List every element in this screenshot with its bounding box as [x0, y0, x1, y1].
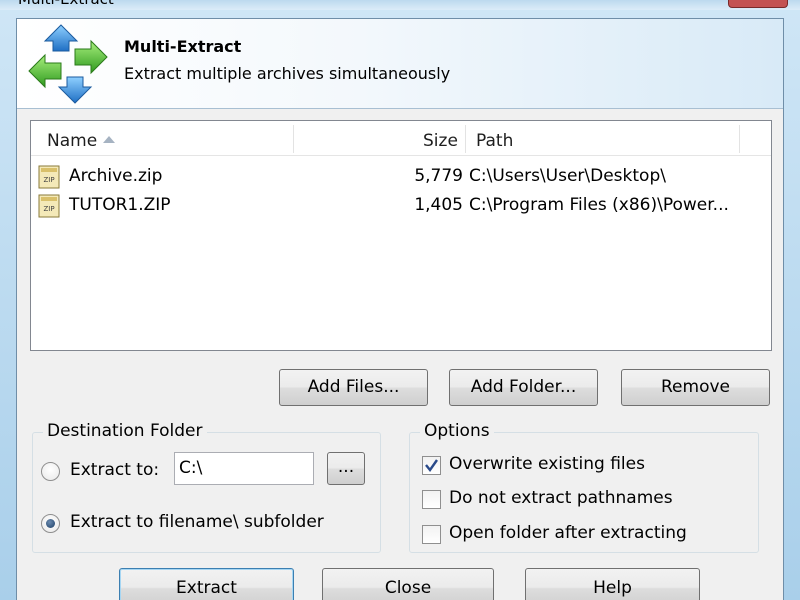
close-window-button[interactable]: [728, 0, 788, 8]
extract-to-subfolder-radio[interactable]: [41, 514, 60, 533]
destination-folder-group: Destination Folder Extract to: C:\ ... E…: [32, 421, 381, 553]
header-banner: Multi-Extract Extract multiple archives …: [17, 19, 783, 109]
svg-text:ZIP: ZIP: [43, 205, 54, 213]
header-title: Multi-Extract: [124, 37, 242, 56]
header-subtitle: Extract multiple archives simultaneously: [124, 64, 451, 83]
column-divider[interactable]: [739, 125, 740, 153]
open-folder-label: Open folder after extracting: [449, 523, 687, 543]
file-size: 5,779: [414, 166, 463, 186]
column-header-name[interactable]: Name: [47, 121, 116, 156]
extract-to-radio[interactable]: [41, 462, 60, 481]
column-header-path[interactable]: Path: [476, 121, 513, 156]
dialog-client-area: Multi-Extract Extract multiple archives …: [16, 18, 784, 600]
zip-file-icon: ZIP: [38, 165, 60, 189]
zip-file-icon: ZIP: [38, 194, 60, 218]
browse-button[interactable]: ...: [327, 452, 365, 485]
window-title: Multi-Extract: [18, 0, 114, 8]
file-name: Archive.zip: [69, 166, 163, 186]
extract-button[interactable]: Extract: [119, 568, 294, 600]
help-button[interactable]: Help: [525, 568, 700, 600]
column-divider[interactable]: [293, 125, 294, 153]
check-icon: [425, 459, 438, 473]
no-pathnames-label: Do not extract pathnames: [449, 488, 673, 508]
add-folder-button[interactable]: Add Folder...: [449, 369, 598, 406]
column-name-label: Name: [47, 131, 98, 151]
extract-to-path-input[interactable]: C:\: [174, 452, 314, 485]
sort-ascending-icon: [103, 136, 116, 143]
list-item[interactable]: ZIP Archive.zip 5,779 C:\Users\User\Desk…: [31, 162, 771, 191]
list-item[interactable]: ZIP TUTOR1.ZIP 1,405 C:\Program Files (x…: [31, 191, 771, 220]
archive-list[interactable]: Name Size Path ZIP Archive.zip 5,779 C:\…: [30, 120, 772, 351]
no-pathnames-checkbox[interactable]: [422, 490, 441, 509]
file-path: C:\Users\User\Desktop\: [469, 166, 666, 186]
column-divider[interactable]: [465, 125, 466, 153]
destination-folder-label: Destination Folder: [43, 421, 207, 441]
overwrite-checkbox[interactable]: [422, 456, 441, 475]
arrows-icon: [28, 24, 108, 104]
remove-button[interactable]: Remove: [621, 369, 770, 406]
overwrite-label: Overwrite existing files: [449, 454, 645, 474]
file-size: 1,405: [414, 195, 463, 215]
svg-text:ZIP: ZIP: [43, 176, 54, 184]
close-button[interactable]: Close: [322, 568, 494, 600]
file-name: TUTOR1.ZIP: [69, 195, 171, 215]
window-frame: Multi-Extract Extract multiple archives …: [0, 0, 800, 600]
options-label: Options: [420, 421, 494, 441]
open-folder-checkbox[interactable]: [422, 525, 441, 544]
extract-to-label: Extract to:: [70, 460, 160, 480]
file-path: C:\Program Files (x86)\Power...: [469, 195, 729, 215]
extract-to-subfolder-label: Extract to filename\ subfolder: [70, 512, 324, 532]
column-header-size[interactable]: Size: [423, 121, 458, 156]
list-header: Name Size Path: [31, 121, 771, 156]
title-bar: Multi-Extract: [0, 0, 800, 10]
options-group: Options Overwrite existing files Do not …: [409, 421, 759, 553]
add-files-button[interactable]: Add Files...: [279, 369, 428, 406]
